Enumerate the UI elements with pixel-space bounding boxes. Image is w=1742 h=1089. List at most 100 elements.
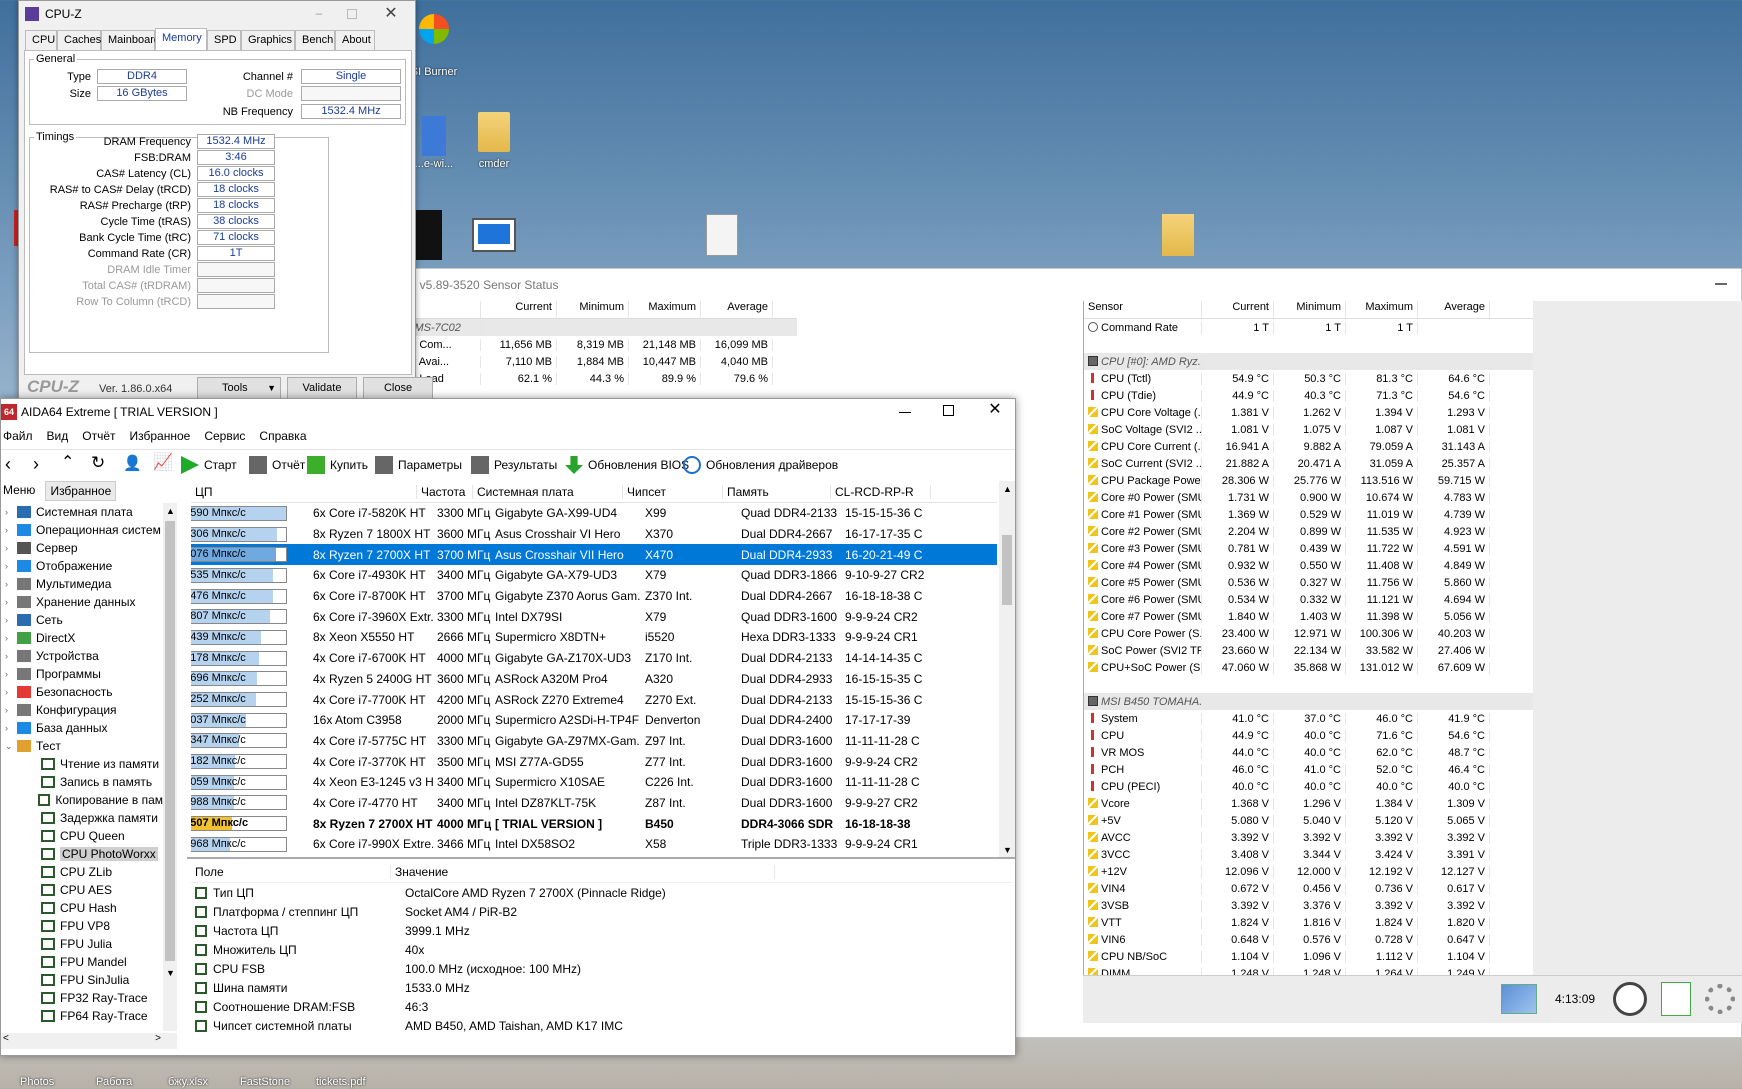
column-header[interactable]: Average	[1418, 301, 1490, 318]
tree-item[interactable]: FPU Julia	[3, 935, 163, 953]
back-icon[interactable]: ‹	[5, 454, 11, 475]
column-header[interactable]: Current	[1202, 301, 1274, 318]
tree-item[interactable]: Копирование в пам	[3, 791, 163, 809]
sensor-row[interactable]: VR MOS 44.0 °C 40.0 °C 62.0 °C 48.7 °C	[1084, 744, 1533, 761]
sensor-row[interactable]: ory Load62.1 %44.3 %89.9 %79.6 %	[397, 370, 797, 387]
sensor-row[interactable]: 3VSB 3.392 V 3.376 V 3.392 V 3.392 V	[1084, 897, 1533, 914]
scroll-down-icon[interactable]: ▼	[1003, 845, 1012, 855]
tab-menu[interactable]: Меню	[1, 481, 39, 501]
sensor-row[interactable]: Vcore 1.368 V 1.296 V 1.384 V 1.309 V	[1084, 795, 1533, 812]
desktop-icon-label[interactable]: Работа	[96, 1076, 132, 1088]
chevron-right-icon[interactable]: ›	[5, 597, 17, 607]
chevron-right-icon[interactable]: ›	[5, 525, 17, 535]
tab-favorites[interactable]: Избранное	[45, 481, 117, 501]
minimize-button[interactable]: –	[309, 6, 329, 22]
menu-item[interactable]: Вид	[47, 429, 69, 443]
table-row[interactable]: 20439 Мпкс/с 8x Xeon X5550 HT 2666 МГц Supe…	[191, 627, 997, 648]
minimize-button[interactable]	[1715, 283, 1727, 285]
sensor-row[interactable]: VIN6 0.648 V 0.576 V 0.728 V 0.647 V	[1084, 931, 1533, 948]
sensor-row[interactable]: +5V 5.080 V 5.040 V 5.120 V 5.065 V	[1084, 812, 1533, 829]
buy-button[interactable]: Купить	[307, 456, 368, 474]
menu-item[interactable]: Справка	[259, 429, 306, 443]
tree-item[interactable]: › Сеть	[3, 611, 163, 629]
table-row[interactable]: 17037 Мпкс/с 16x Atom C3958 2000 МГц Superm…	[191, 710, 997, 731]
sensor-row[interactable]: ory Com... 11,656 MB 8,319 MB 21,148 MB 16,0…	[397, 336, 797, 353]
tree-item[interactable]: ⌄ Тест	[3, 737, 163, 755]
network-icon[interactable]	[1501, 984, 1537, 1014]
sensor-row[interactable]: VIN4 0.672 V 0.456 V 0.736 V 0.617 V	[1084, 880, 1533, 897]
property-row[interactable]: Тип ЦП OctalCore AMD Ryzen 7 2700X (Pinna…	[187, 883, 1013, 902]
close-button[interactable]: ✕	[381, 3, 401, 23]
bench-scrollbar[interactable]: ▲ ▼	[999, 481, 1015, 857]
sensor-row[interactable]: SoC Current (SVI2 ... 21.882 A 20.471 A 31.…	[1084, 455, 1533, 472]
results-button[interactable]: Результаты	[471, 456, 557, 474]
close-dialog-button[interactable]: Close	[363, 377, 433, 399]
tree-item[interactable]: › Конфигурация	[3, 701, 163, 719]
close-button[interactable]: ✕	[985, 399, 1005, 421]
sensor-row[interactable]: Core #6 Power (SMU) 0.534 W 0.332 W 11.121 …	[1084, 591, 1533, 608]
sensor-row[interactable]	[1084, 676, 1533, 693]
column-header[interactable]: Чипсет	[623, 484, 723, 499]
field-column-header[interactable]: Поле	[191, 864, 391, 879]
tree-item[interactable]: CPU Hash	[3, 899, 163, 917]
chevron-right-icon[interactable]: ›	[5, 723, 17, 733]
desktop-monitor-icon[interactable]	[472, 218, 516, 252]
table-row[interactable]: 19252 Мпкс/с 4x Core i7-7700K HT 4200 МГц A…	[191, 689, 997, 710]
chevron-right-icon[interactable]: ›	[5, 507, 17, 517]
tree-item[interactable]: › Сервер	[3, 539, 163, 557]
desktop-icon-label[interactable]: бжу.xlsx	[168, 1076, 208, 1088]
tree-item[interactable]: FP32 Ray-Trace	[3, 989, 163, 1007]
up-icon[interactable]: ⌃	[61, 452, 74, 472]
tree-item[interactable]: CPU ZLib	[3, 863, 163, 881]
refresh-icon[interactable]: ↻	[91, 453, 105, 473]
desktop-icon-label[interactable]: FastStone	[240, 1076, 290, 1088]
tree-item[interactable]: CPU AES	[3, 881, 163, 899]
sensor-row[interactable]: Core #7 Power (SMU) 1.840 W 1.403 W 11.398 …	[1084, 608, 1533, 625]
column-header[interactable]: Minimum	[557, 301, 629, 318]
chevron-right-icon[interactable]: ›	[5, 543, 17, 553]
sensor-row[interactable]: +12V 12.096 V 12.000 V 12.192 V 12.127 V	[1084, 863, 1533, 880]
property-row[interactable]: CPU FSB 100.0 MHz (исходное: 100 MHz)	[187, 959, 1013, 978]
tree-item[interactable]: › Хранение данных	[3, 593, 163, 611]
tree-item[interactable]: Чтение из памяти	[3, 755, 163, 773]
tree-item[interactable]: Задержка памяти	[3, 809, 163, 827]
driver-update-button[interactable]: Обновления драйверов	[683, 456, 838, 474]
chevron-right-icon[interactable]: ›	[5, 687, 17, 697]
column-header[interactable]: Sensor	[1084, 301, 1202, 318]
tree-item[interactable]: FPU Mandel	[3, 953, 163, 971]
menu-item[interactable]: Сервис	[204, 429, 245, 443]
table-row[interactable]: 23476 Мпкс/с 6x Core i7-8700K HT 3700 МГц G…	[191, 586, 997, 607]
tab-about[interactable]: About	[335, 30, 375, 50]
sensor-row[interactable]: 3VCC 3.408 V 3.344 V 3.424 V 3.391 V	[1084, 846, 1533, 863]
sensor-row[interactable]: CPU Core Voltage (... 1.381 V 1.262 V 1.394…	[1084, 404, 1533, 421]
log-icon[interactable]	[1661, 982, 1691, 1016]
property-row[interactable]: Чипсет системной платы AMD B450, AMD Tais…	[187, 1016, 1013, 1035]
column-header[interactable]: Minimum	[1274, 301, 1346, 318]
settings-icon[interactable]	[1705, 984, 1735, 1014]
column-header[interactable]: Системная плата	[473, 484, 623, 499]
splitter[interactable]	[187, 857, 1015, 859]
play-button[interactable]: Старт	[181, 456, 237, 474]
table-row[interactable]: 23535 Мпкс/с 6x Core i7-4930K HT 3400 МГц G…	[191, 565, 997, 586]
tree-item[interactable]: › Операционная систем	[3, 521, 163, 539]
chevron-down-icon[interactable]: ⌄	[5, 741, 17, 752]
chevron-right-icon[interactable]: ›	[5, 579, 17, 589]
sensor-row[interactable]: Core #5 Power (SMU) 0.536 W 0.327 W 11.756 …	[1084, 574, 1533, 591]
report-button[interactable]: Отчёт	[249, 456, 305, 474]
sensor-group-row[interactable]: MSI B450 TOMAHA...	[1084, 693, 1533, 710]
sensor-row[interactable]: Command Rate 1 T1 T1 T	[1084, 319, 1533, 336]
table-row[interactable]: 13988 Мпкс/с 4x Core i7-4770 HT 3400 МГц In…	[191, 793, 997, 814]
scroll-thumb[interactable]	[1002, 535, 1012, 605]
forward-icon[interactable]: ›	[33, 454, 39, 475]
sensor-group-row[interactable]: SI MS-7C02	[397, 319, 797, 336]
sensor-row[interactable]: CPU 44.9 °C 40.0 °C 71.6 °C 54.6 °C	[1084, 727, 1533, 744]
column-header[interactable]: ЦП	[191, 484, 417, 499]
column-header[interactable]: Current	[481, 301, 557, 318]
value-column-header[interactable]: Значение	[391, 864, 775, 879]
desktop-folder-icon[interactable]	[1162, 214, 1194, 256]
tree-item[interactable]: › Безопасность	[3, 683, 163, 701]
property-row[interactable]: Соотношение DRAM:FSB 46:3	[187, 997, 1013, 1016]
table-row[interactable]: 12968 Мпкс/с 6x Core i7-990X Extre... 3466…	[191, 834, 997, 855]
desktop-icon-label[interactable]: Photos	[20, 1076, 54, 1088]
tree-item[interactable]: › DirectX	[3, 629, 163, 647]
